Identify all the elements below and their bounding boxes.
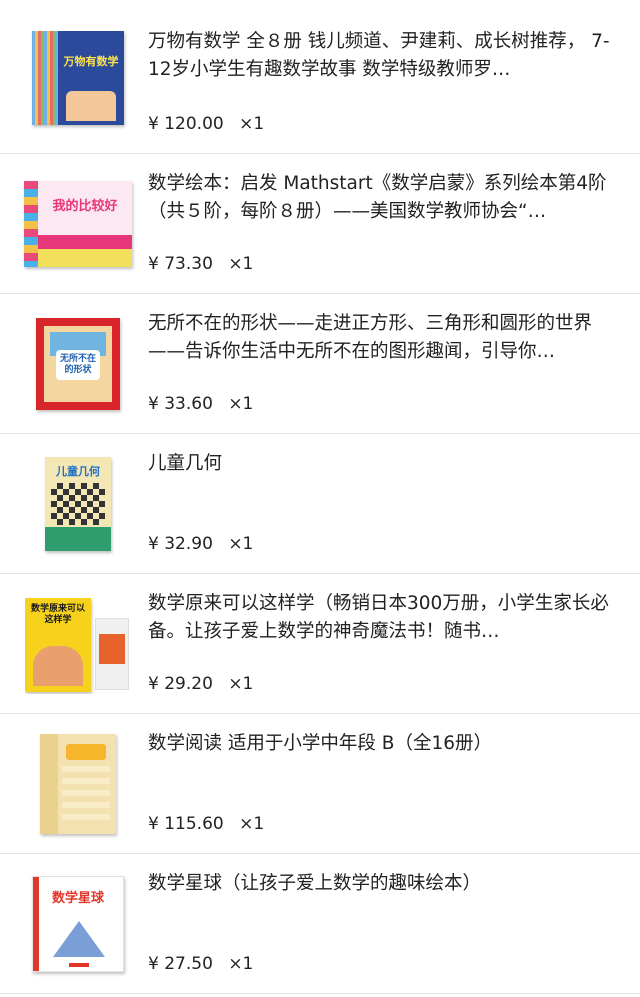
item-price: 120.00 [164,114,224,134]
book-cover-image: 数学星球 [32,876,124,972]
product-title[interactable]: 万物有数学 全８册 钱儿频道、尹建莉、成长树推荐， 7-12岁小学生有趣数学故事… [148,28,620,84]
book-cover-image: 万物有数学 [32,31,124,125]
currency-symbol: ¥ [148,534,159,554]
book-cover-image: 儿童几何 [45,457,111,551]
price-quantity: ¥ 73.30 ×1 [148,254,253,274]
item-quantity: ×1 [239,114,265,134]
list-item[interactable]: 无所不在的形状 无所不在的形状——走进正方形、三角形和圆形的世界——告诉你生活中… [0,294,640,434]
book-cover-image [40,734,116,834]
item-quantity: ×1 [228,674,254,694]
cover-title: 万物有数学 [63,55,119,68]
product-thumbnail[interactable]: 儿童几何 [24,454,132,554]
product-title[interactable]: 数学阅读 适用于小学中年段 B（全16册） [148,730,620,758]
currency-symbol: ¥ [148,114,159,134]
order-item-list: 万物有数学 万物有数学 全８册 钱儿频道、尹建莉、成长树推荐， 7-12岁小学生… [0,0,640,994]
book-cover-image: 无所不在的形状 [36,318,120,410]
price-quantity: ¥ 29.20 ×1 [148,674,253,694]
product-title[interactable]: 无所不在的形状——走进正方形、三角形和圆形的世界——告诉你生活中无所不在的图形趣… [148,310,620,366]
cover-title: 无所不在的形状 [59,354,96,375]
product-thumbnail[interactable] [24,734,132,834]
product-thumbnail[interactable]: 无所不在的形状 [24,314,132,414]
price-quantity: ¥ 33.60 ×1 [148,394,253,414]
item-price: 29.20 [164,674,213,694]
cover-title: 数学原来可以这样学 [30,604,85,625]
product-thumbnail[interactable]: 数学原来可以这样学 [24,594,132,694]
currency-symbol: ¥ [148,954,159,974]
item-price: 115.60 [164,814,224,834]
currency-symbol: ¥ [148,394,159,414]
item-quantity: ×1 [228,254,254,274]
list-item[interactable]: 我的比较好 数学绘本：启发 Mathstart《数学启蒙》系列绘本第4阶（共５阶… [0,154,640,294]
list-item[interactable]: 数学原来可以这样学 数学原来可以这样学（畅销日本300万册，小学生家长必备。让孩… [0,574,640,714]
price-quantity: ¥ 120.00 ×1 [148,114,264,134]
product-title[interactable]: 数学绘本：启发 Mathstart《数学启蒙》系列绘本第4阶（共５阶，每阶８册）… [148,170,620,226]
currency-symbol: ¥ [148,674,159,694]
list-item[interactable]: 儿童几何 儿童几何 ¥ 32.90 ×1 [0,434,640,574]
product-thumbnail[interactable]: 数学星球 [24,874,132,974]
currency-symbol: ¥ [148,254,159,274]
list-item[interactable]: 数学阅读 适用于小学中年段 B（全16册） ¥ 115.60 ×1 [0,714,640,854]
product-title[interactable]: 数学原来可以这样学（畅销日本300万册，小学生家长必备。让孩子爱上数学的神奇魔法… [148,590,620,646]
product-title[interactable]: 儿童几何 [148,450,620,478]
list-item[interactable]: 数学星球 数学星球（让孩子爱上数学的趣味绘本） ¥ 27.50 ×1 [0,854,640,994]
item-price: 27.50 [164,954,213,974]
item-price: 73.30 [164,254,213,274]
item-quantity: ×1 [228,534,254,554]
item-price: 33.60 [164,394,213,414]
book-cover-image: 我的比较好 [24,181,132,267]
product-title[interactable]: 数学星球（让孩子爱上数学的趣味绘本） [148,870,620,898]
book-cover-image: 数学原来可以这样学 [25,594,131,694]
product-thumbnail[interactable]: 万物有数学 [24,28,132,128]
product-thumbnail[interactable]: 我的比较好 [24,174,132,274]
cover-title: 儿童几何 [56,465,100,478]
price-quantity: ¥ 32.90 ×1 [148,534,253,554]
item-price: 32.90 [164,534,213,554]
item-quantity: ×1 [239,814,265,834]
price-quantity: ¥ 115.60 ×1 [148,814,264,834]
cover-title: 数学星球 [51,891,104,906]
list-item[interactable]: 万物有数学 万物有数学 全８册 钱儿频道、尹建莉、成长树推荐， 7-12岁小学生… [0,0,640,154]
price-quantity: ¥ 27.50 ×1 [148,954,253,974]
item-quantity: ×1 [228,394,254,414]
item-quantity: ×1 [228,954,254,974]
currency-symbol: ¥ [148,814,159,834]
cover-title: 我的比较好 [52,199,118,214]
